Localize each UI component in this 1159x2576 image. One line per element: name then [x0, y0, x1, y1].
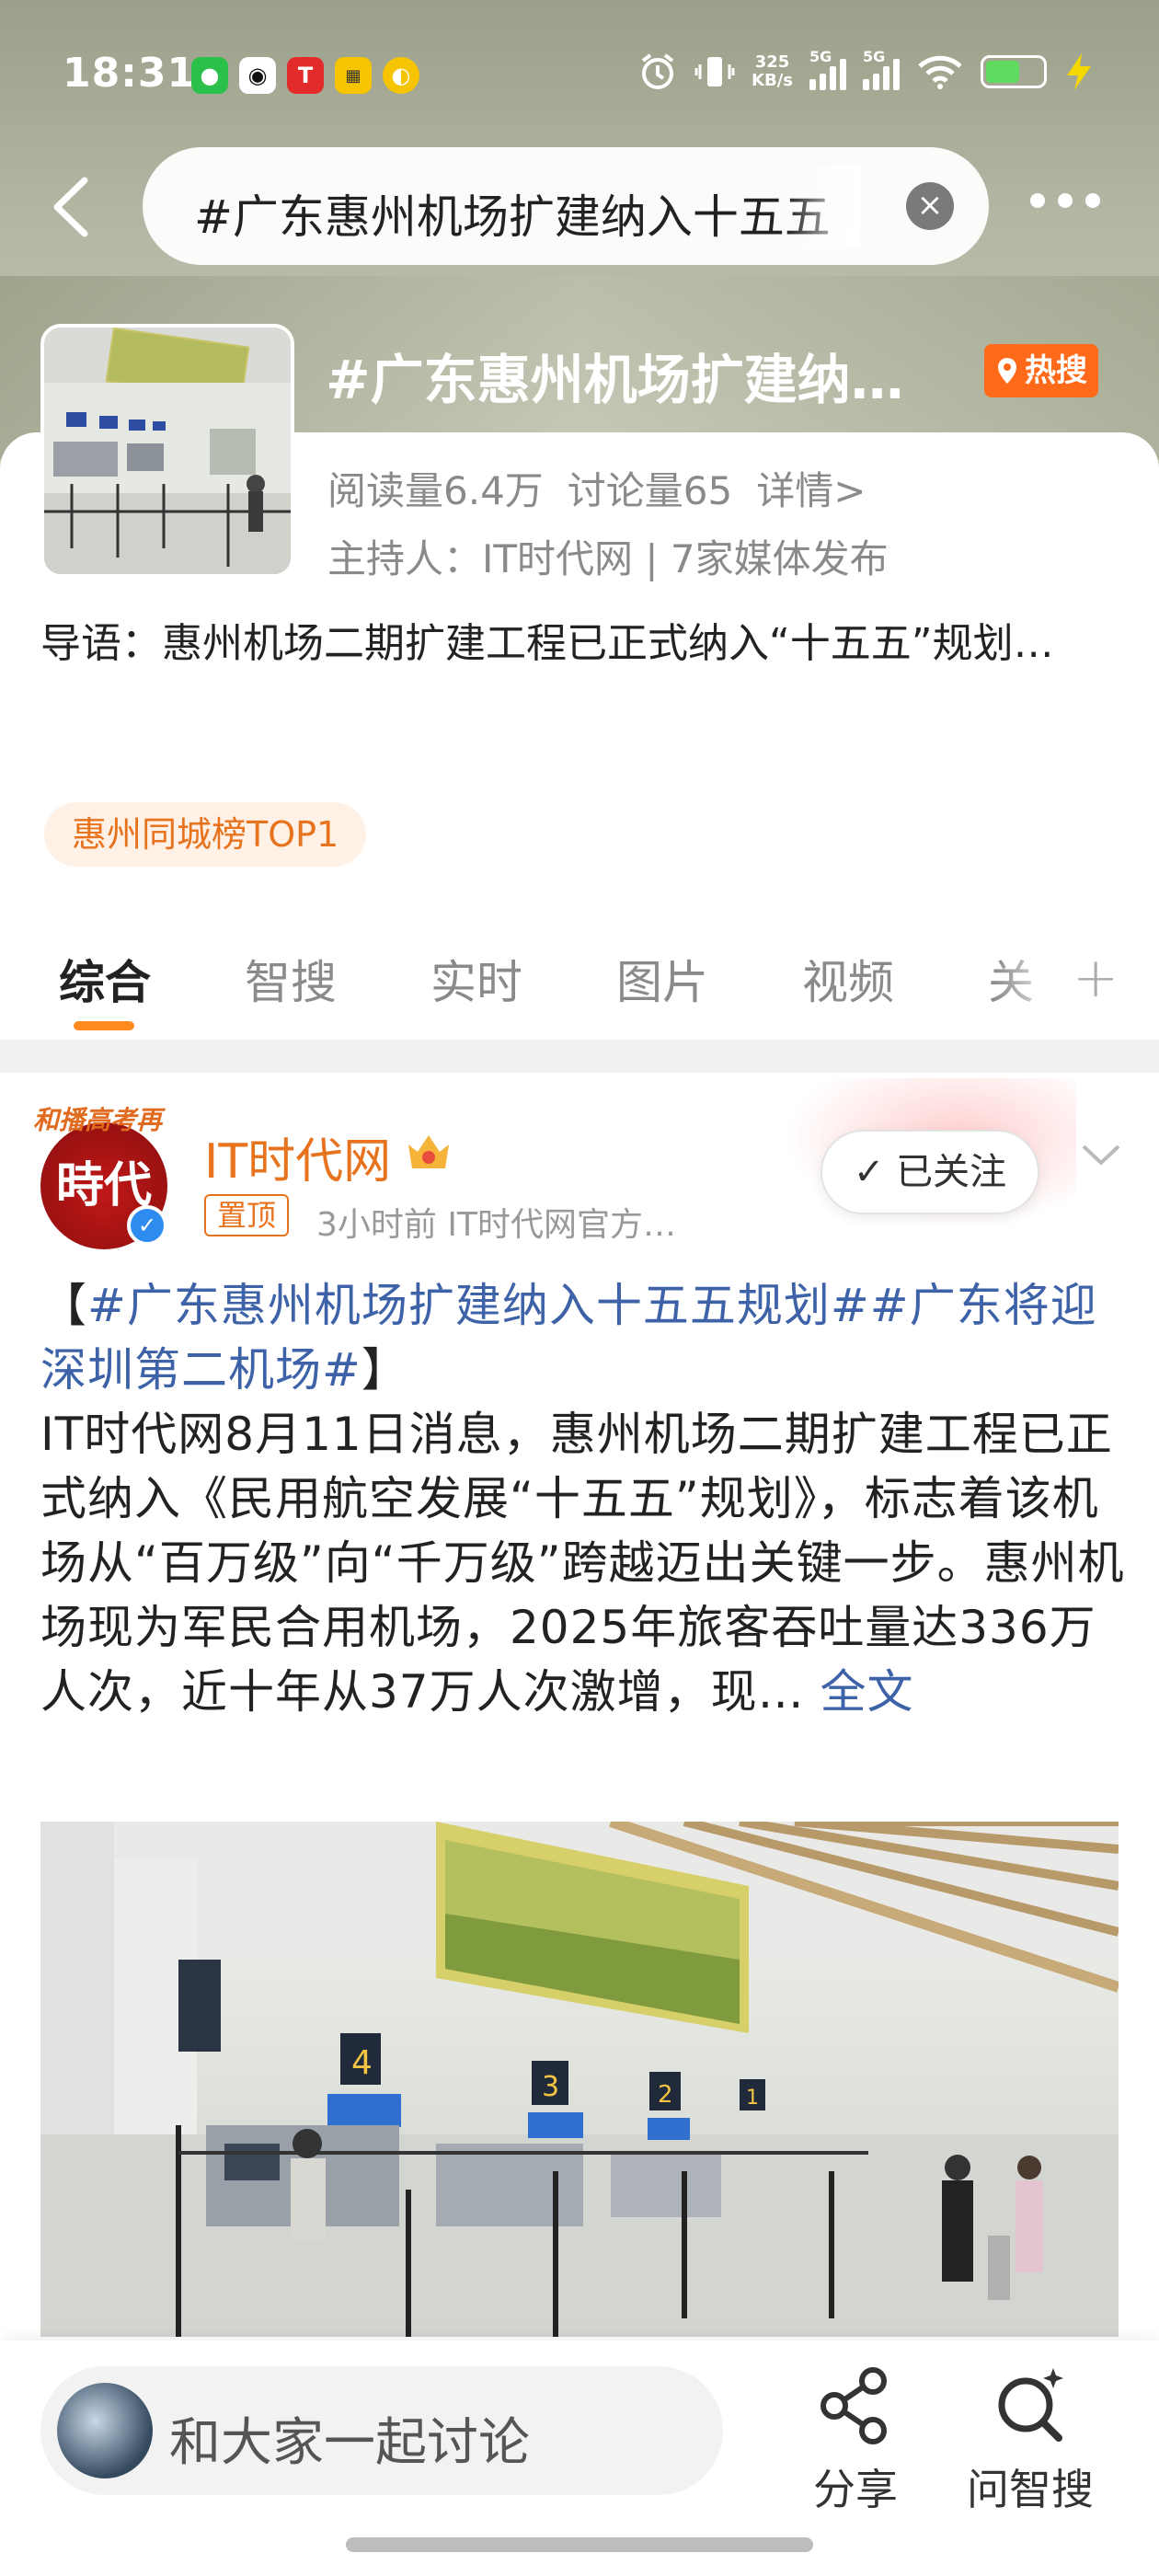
tab-bar: 综合 智搜 实时 图片 视频 关 +: [0, 929, 1159, 1030]
follow-button[interactable]: ✓ 已关注: [820, 1130, 1039, 1214]
topic-thumbnail[interactable]: [40, 324, 294, 578]
search-text-fade: [786, 166, 860, 248]
system-icons: 325 KB/s 5G 5G: [637, 48, 1095, 92]
section-divider: [0, 1040, 1159, 1073]
signal-icon: 5G: [809, 48, 846, 90]
comment-placeholder: 和大家一起讨论: [169, 2413, 530, 2473]
signal-icon: 5G: [863, 48, 900, 90]
post-text: IT时代网8月11日消息，惠州机场二期扩建工程已正式纳入《民用航空发展“十五五”…: [40, 1408, 1125, 1719]
hashtag-bracket-close: 】: [361, 1343, 408, 1397]
avatar-caption: 和播高考再: [33, 1105, 163, 1135]
tab-fade: [993, 938, 1067, 1021]
chevron-down-icon[interactable]: [1078, 1137, 1124, 1174]
hot-search-badge: 热搜: [984, 344, 1098, 397]
airport-hall-photo: 4 3 2 1: [40, 1822, 1119, 2337]
hashtag-bracket-open: 【: [40, 1279, 87, 1332]
add-tab-button[interactable]: +: [1073, 946, 1119, 1010]
user-avatar: [57, 2383, 153, 2478]
wechat-icon: ●: [191, 57, 228, 94]
comment-input[interactable]: 和大家一起讨论: [40, 2366, 723, 2495]
rank-pill[interactable]: 惠州同城榜TOP1: [44, 802, 367, 867]
tab-comprehensive[interactable]: 综合: [59, 946, 151, 1012]
post-body: 【#广东惠州机场扩建纳入十五五规划##广东将迎深圳第二机场#】 IT时代网8月1…: [40, 1273, 1126, 1724]
tab-video[interactable]: 视频: [802, 946, 894, 1012]
back-arrow-icon: [53, 177, 88, 237]
share-button[interactable]: 分享: [791, 2364, 920, 2517]
qq-icon: ◉: [239, 57, 276, 94]
smart-search-icon: [998, 2368, 1063, 2442]
hot-badge-label: 热搜: [1025, 352, 1087, 389]
host-line[interactable]: 主持人：IT时代网 | 7家媒体发布: [327, 528, 889, 584]
tab-images[interactable]: 图片: [616, 946, 708, 1012]
airport-thumbnail-image: [44, 328, 291, 574]
svg-text:4: 4: [351, 2044, 373, 2082]
battery-icon: [981, 55, 1047, 88]
app-icon: ▦: [335, 57, 372, 94]
tab-realtime[interactable]: 实时: [430, 946, 522, 1012]
ask-label: 问智搜: [967, 2465, 1094, 2514]
topic-stats: 阅读量6.4万 讨论量65 详情>: [327, 460, 889, 516]
read-count: 阅读量6.4万: [327, 468, 544, 513]
charging-icon: [1067, 53, 1091, 90]
tab-smart-search[interactable]: 智搜: [245, 946, 337, 1012]
search-input[interactable]: #广东惠州机场扩建纳入十五五 ×: [143, 147, 989, 265]
app-icon: ◐: [383, 57, 419, 94]
post-meta: 3小时前 IT时代网官方…: [316, 1206, 676, 1244]
more-dot: [1085, 193, 1100, 208]
search-query: #广东惠州机场扩建纳入十五五: [194, 190, 831, 244]
home-indicator[interactable]: [346, 2537, 813, 2552]
more-dot: [1058, 193, 1073, 208]
crown-badge-icon: [408, 1135, 449, 1168]
ask-smart-search-button[interactable]: 问智搜: [966, 2364, 1095, 2517]
hashtag-link[interactable]: #广东惠州机场扩建纳入十五五规划#: [87, 1279, 870, 1332]
back-button[interactable]: [46, 175, 101, 239]
active-tab-indicator: [74, 1021, 134, 1030]
svg-text:2: 2: [658, 2081, 673, 2109]
share-icon: [820, 2367, 887, 2444]
tesla-icon: T: [287, 57, 324, 94]
topic-title: #广东惠州机场扩建纳…: [326, 349, 904, 411]
pinned-tag: 置顶: [204, 1194, 290, 1236]
topic-intro: 导语：惠州机场二期扩建工程已正式纳入“十五五”规划…: [40, 620, 1054, 667]
discussion-count: 讨论量65: [567, 468, 733, 513]
details-link[interactable]: 详情>: [756, 468, 866, 513]
verified-icon: ✓: [127, 1205, 167, 1246]
full-text-link[interactable]: 全文: [820, 1665, 914, 1719]
post-image[interactable]: 4 3 2 1: [40, 1822, 1119, 2337]
svg-text:3: 3: [542, 2071, 559, 2103]
location-pin-icon: [998, 358, 1016, 384]
status-time: 18:31: [63, 50, 197, 97]
net-speed: 325 KB/s: [752, 52, 793, 90]
wifi-icon: [918, 55, 962, 89]
follow-label: 已关注: [896, 1151, 1007, 1193]
vibrate-icon: [694, 57, 735, 86]
author-name[interactable]: IT时代网: [204, 1122, 391, 1191]
share-label: 分享: [813, 2465, 898, 2514]
more-options-button[interactable]: [1030, 193, 1100, 208]
alarm-icon: [641, 53, 674, 89]
status-bar: 18:31 ● ◉ T ▦ ◐ 325 KB/s 5G 5G: [0, 0, 1159, 147]
clear-search-button[interactable]: ×: [906, 182, 954, 230]
svg-text:1: 1: [746, 2087, 759, 2110]
more-dot: [1030, 193, 1045, 208]
notification-icons: ● ◉ T ▦ ◐: [191, 57, 419, 94]
